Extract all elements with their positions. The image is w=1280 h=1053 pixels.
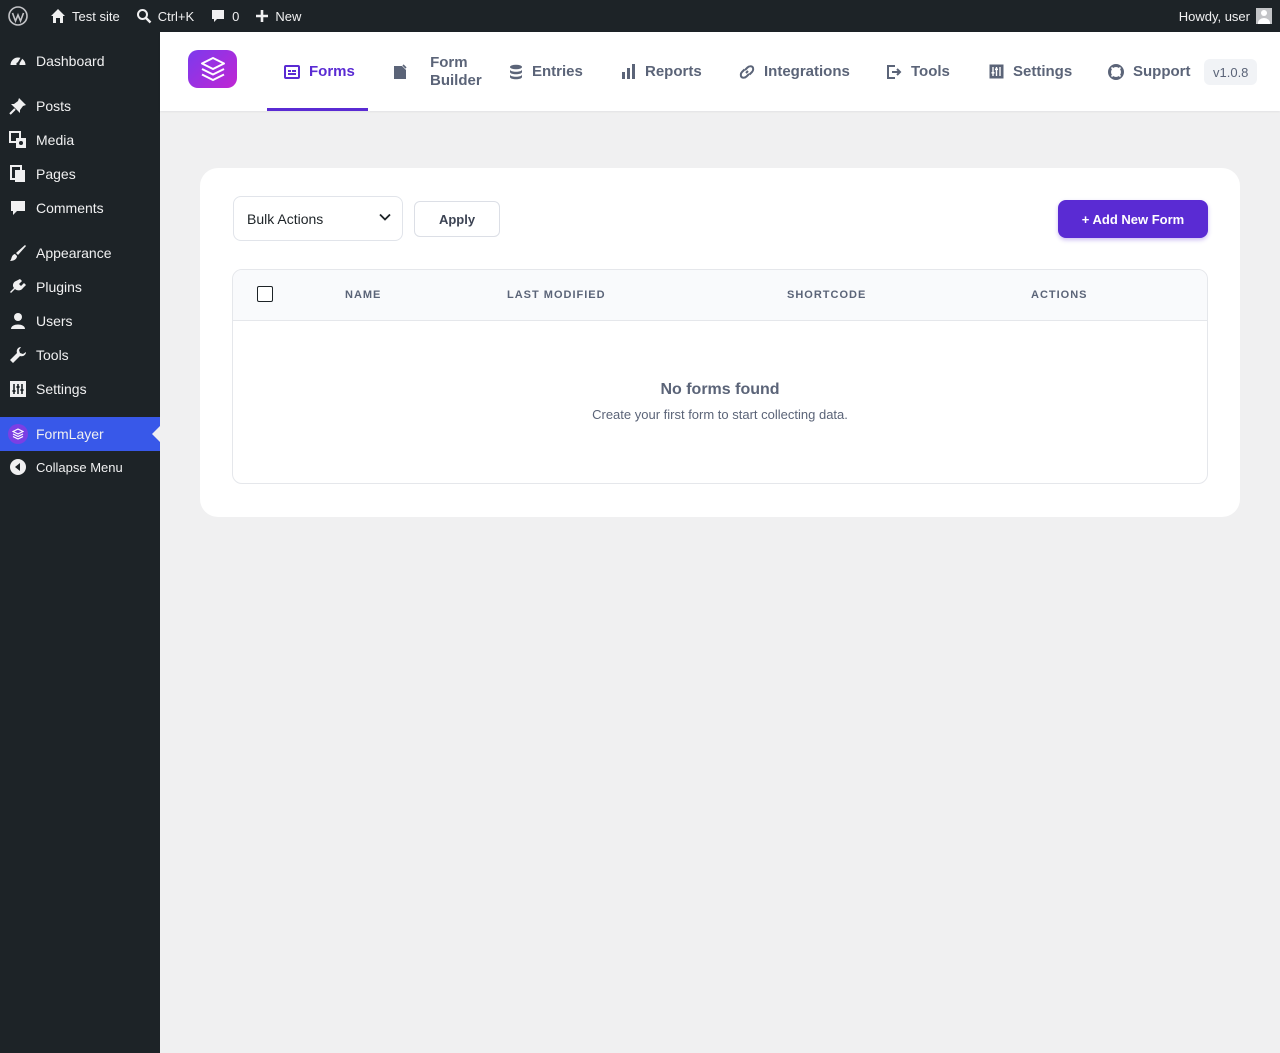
settings-icon	[989, 64, 1004, 79]
formlayer-logo	[188, 50, 237, 88]
forms-card: Bulk Actions Apply + Add New Form NAME L…	[200, 168, 1240, 517]
brush-icon	[0, 244, 36, 262]
sidebar-item-label: Pages	[36, 166, 76, 182]
tab-form-builder[interactable]: Form Builder	[393, 32, 482, 111]
wrench-icon	[0, 346, 36, 364]
sidebar-item-dashboard[interactable]: Dashboard	[0, 44, 160, 78]
avatar	[1256, 8, 1272, 24]
chevron-down-icon	[379, 213, 391, 221]
collapse-icon	[0, 458, 36, 476]
sidebar-item-label: Appearance	[36, 245, 112, 261]
form-builder-icon	[394, 63, 407, 79]
table-header: NAME LAST MODIFIED SHORTCODE ACTIONS	[233, 270, 1207, 321]
tab-label: Reports	[645, 63, 702, 80]
tab-label: Forms	[309, 63, 355, 80]
pin-icon	[0, 97, 36, 115]
lifebuoy-icon	[1108, 63, 1124, 80]
column-header-shortcode: SHORTCODE	[787, 289, 867, 301]
wordpress-logo-button[interactable]	[0, 0, 42, 32]
tab-label: Settings	[1013, 63, 1073, 80]
comment-icon	[0, 199, 36, 217]
version-badge: v1.0.8	[1204, 59, 1258, 85]
tab-label: Entries	[532, 63, 583, 80]
column-header-name[interactable]: NAME	[345, 289, 381, 301]
empty-state-subtitle: Create your first form to start collecti…	[592, 407, 848, 422]
collapse-menu-label: Collapse Menu	[36, 459, 123, 475]
tab-label: Integrations	[764, 63, 850, 80]
sidebar-item-label: Dashboard	[36, 53, 105, 69]
search-icon	[136, 9, 152, 24]
export-icon	[887, 64, 902, 79]
sidebar-item-label: Plugins	[36, 279, 82, 295]
media-icon	[0, 131, 36, 149]
new-label: New	[275, 8, 302, 24]
tab-tools[interactable]: Tools	[886, 32, 950, 111]
forms-table: NAME LAST MODIFIED SHORTCODE ACTIONS No …	[232, 269, 1208, 484]
dashboard-icon	[0, 52, 36, 70]
sidebar-item-pages[interactable]: Pages	[0, 157, 160, 191]
tab-entries[interactable]: Entries	[509, 32, 583, 111]
tab-label: Support	[1133, 63, 1191, 80]
tab-support[interactable]: Support	[1108, 32, 1191, 111]
sidebar-item-label: Tools	[36, 347, 69, 363]
tab-reports[interactable]: Reports	[621, 32, 702, 111]
bulk-actions-select[interactable]: Bulk Actions	[233, 196, 403, 241]
tab-settings[interactable]: Settings	[989, 32, 1072, 111]
sidebar-item-label: Comments	[36, 200, 104, 216]
search-shortcut-button[interactable]: Ctrl+K	[128, 0, 202, 32]
tab-label-line1: Form	[430, 53, 468, 71]
column-header-actions: ACTIONS	[1031, 289, 1088, 301]
link-icon	[739, 64, 755, 79]
layers-icon	[200, 57, 225, 81]
forms-icon	[284, 64, 300, 79]
search-shortcut-label: Ctrl+K	[157, 8, 195, 24]
pages-icon	[0, 165, 36, 183]
admin-bar: Test site Ctrl+K 0 New Howdy, user	[0, 0, 1280, 32]
tab-forms[interactable]: Forms	[267, 32, 368, 111]
sidebar-item-settings[interactable]: Settings	[0, 372, 160, 406]
sidebar-item-label: Posts	[36, 98, 72, 114]
comments-link[interactable]: 0	[202, 0, 247, 32]
collapse-menu-button[interactable]: Collapse Menu	[0, 450, 160, 484]
add-new-form-button[interactable]: + Add New Form	[1058, 200, 1208, 238]
home-icon	[51, 9, 65, 23]
site-name: Test site	[72, 8, 120, 24]
sidebar-item-label: FormLayer	[36, 426, 104, 442]
plugin-icon	[0, 278, 36, 296]
sidebar-item-appearance[interactable]: Appearance	[0, 236, 160, 270]
sidebar-item-formlayer[interactable]: FormLayer	[0, 417, 160, 451]
comments-count: 0	[232, 8, 240, 24]
sidebar-item-users[interactable]: Users	[0, 304, 160, 338]
apply-button[interactable]: Apply	[414, 201, 500, 237]
tab-label-line2: Builder	[430, 71, 482, 89]
new-content-link[interactable]: New	[247, 0, 309, 32]
tab-label: Tools	[911, 63, 950, 80]
sidebar-item-comments[interactable]: Comments	[0, 191, 160, 225]
database-icon	[510, 64, 522, 79]
select-all-checkbox[interactable]	[257, 286, 273, 302]
bar-chart-icon	[622, 64, 635, 79]
column-header-last-modified[interactable]: LAST MODIFIED	[507, 289, 606, 301]
tab-integrations[interactable]: Integrations	[739, 32, 850, 111]
empty-state-title: No forms found	[660, 381, 780, 398]
sidebar-item-label: Users	[36, 313, 73, 329]
comment-icon	[212, 10, 225, 22]
sidebar-item-label: Media	[36, 132, 75, 148]
greeting: Howdy, user	[1178, 8, 1250, 24]
plugin-header: Forms Form Builder Entries Reports Integ…	[160, 32, 1280, 111]
my-account-link[interactable]: Howdy, user	[1179, 8, 1280, 24]
site-name-link[interactable]: Test site	[42, 0, 128, 32]
wordpress-icon	[8, 6, 28, 26]
admin-sidebar: Dashboard Posts Media Pages Comments App…	[0, 32, 160, 1053]
sidebar-item-label: Settings	[36, 381, 87, 397]
layers-icon	[8, 424, 28, 444]
sidebar-item-plugins[interactable]: Plugins	[0, 270, 160, 304]
sidebar-item-tools[interactable]: Tools	[0, 338, 160, 372]
sidebar-item-posts[interactable]: Posts	[0, 89, 160, 123]
user-icon	[0, 312, 36, 330]
sidebar-item-media[interactable]: Media	[0, 123, 160, 157]
plus-icon	[256, 10, 269, 22]
sliders-icon	[0, 380, 36, 398]
bulk-actions-value: Bulk Actions	[247, 210, 324, 227]
